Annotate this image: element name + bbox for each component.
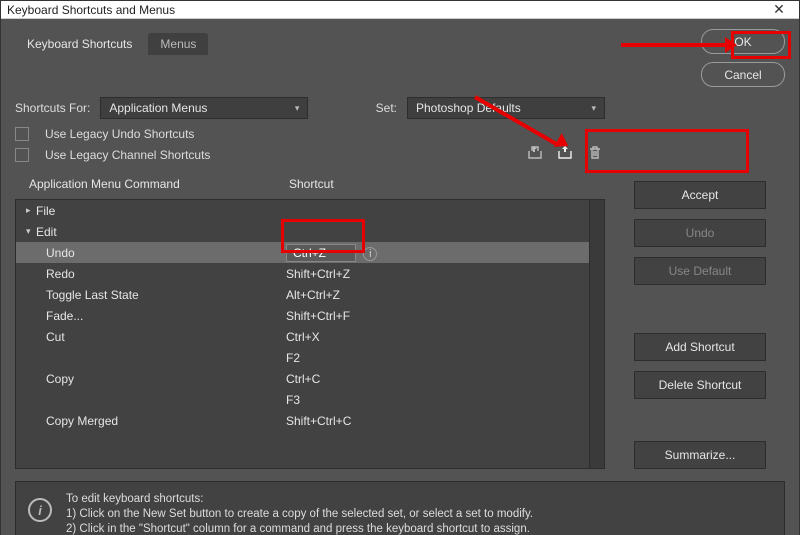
tabs: Keyboard Shortcuts Menus [15, 33, 208, 55]
legacy-undo-label: Use Legacy Undo Shortcuts [45, 127, 194, 141]
info-line-1: 1) Click on the New Set button to create… [66, 507, 533, 522]
group-edit[interactable]: ▾ Edit [16, 221, 589, 242]
delete-set-icon[interactable] [587, 145, 603, 165]
legacy-channel-label: Use Legacy Channel Shortcuts [45, 148, 210, 162]
cmd-name: Cut [46, 330, 286, 344]
info-icon: i [28, 498, 52, 522]
new-set-icon[interactable] [557, 145, 573, 165]
titlebar: Keyboard Shortcuts and Menus ✕ [1, 1, 799, 19]
info-hint-icon: i [363, 247, 377, 261]
row-cut[interactable]: Cut Ctrl+X [16, 326, 589, 347]
legacy-undo-checkbox[interactable] [15, 127, 29, 141]
col-shortcut: Shortcut [289, 177, 591, 191]
cmd-shortcut: Alt+Ctrl+Z [286, 288, 581, 302]
use-default-button[interactable]: Use Default [634, 257, 766, 285]
cmd-name: Fade... [46, 309, 286, 323]
row-toggle[interactable]: Toggle Last State Alt+Ctrl+Z [16, 284, 589, 305]
row-redo[interactable]: Redo Shift+Ctrl+Z [16, 263, 589, 284]
info-box: i To edit keyboard shortcuts: 1) Click o… [15, 481, 785, 535]
shortcuts-for-dropdown[interactable]: Application Menus ▾ [100, 97, 308, 119]
set-label: Set: [376, 101, 397, 115]
row-copy[interactable]: Copy Ctrl+C [16, 368, 589, 389]
cmd-shortcut: Ctrl+C [286, 372, 581, 386]
chevron-down-icon: ▾ [591, 103, 596, 114]
cmd-name: Copy [46, 372, 286, 386]
info-line-2: 2) Click in the "Shortcut" column for a … [66, 522, 533, 535]
window: Keyboard Shortcuts and Menus ✕ Keyboard … [0, 0, 800, 535]
group-file[interactable]: ▸ File [16, 200, 589, 221]
side-buttons: Accept Undo Use Default Add Shortcut Del… [615, 169, 785, 469]
row-cut-f2[interactable]: F2 [16, 347, 589, 368]
cmd-name: Undo [46, 246, 286, 260]
cmd-shortcut: Ctrl+X [286, 330, 581, 344]
tab-keyboard-shortcuts[interactable]: Keyboard Shortcuts [15, 33, 144, 55]
chevron-down-icon: ▾ [26, 226, 36, 237]
undo-button[interactable]: Undo [634, 219, 766, 247]
cmd-name: Toggle Last State [46, 288, 286, 302]
cmd-name: Redo [46, 267, 286, 281]
ok-button[interactable]: OK [701, 29, 785, 54]
scrollbar[interactable] [589, 200, 604, 468]
tab-menus[interactable]: Menus [148, 33, 208, 55]
close-icon[interactable]: ✕ [765, 1, 793, 18]
info-heading: To edit keyboard shortcuts: [66, 492, 533, 507]
accept-button[interactable]: Accept [634, 181, 766, 209]
cancel-button[interactable]: Cancel [701, 62, 785, 87]
cmd-shortcut: Shift+Ctrl+F [286, 309, 581, 323]
chevron-right-icon: ▸ [26, 205, 36, 216]
cmd-shortcut: F2 [286, 351, 581, 365]
delete-shortcut-button[interactable]: Delete Shortcut [634, 371, 766, 399]
legacy-channel-checkbox[interactable] [15, 148, 29, 162]
cmd-shortcut: Shift+Ctrl+Z [286, 267, 581, 281]
column-headers: Application Menu Command Shortcut [15, 169, 605, 199]
set-value: Photoshop Defaults [416, 101, 521, 115]
save-set-icon[interactable] [527, 145, 543, 165]
shortcuts-for-value: Application Menus [109, 101, 207, 115]
shortcut-list: ▸ File ▾ Edit Undo Ctrl+Z [15, 199, 605, 469]
cmd-shortcut: F3 [286, 393, 581, 407]
group-file-label: File [36, 204, 55, 218]
dialog-body: Keyboard Shortcuts Menus OK Cancel Short… [1, 19, 799, 535]
cmd-name: Copy Merged [46, 414, 286, 428]
add-shortcut-button[interactable]: Add Shortcut [634, 333, 766, 361]
group-edit-label: Edit [36, 225, 57, 239]
row-copy-f3[interactable]: F3 [16, 389, 589, 410]
top-row: Keyboard Shortcuts Menus OK Cancel [1, 19, 799, 87]
set-dropdown[interactable]: Photoshop Defaults ▾ [407, 97, 605, 119]
window-title: Keyboard Shortcuts and Menus [7, 3, 175, 17]
shortcut-input[interactable]: Ctrl+Z [286, 244, 356, 262]
row-fade[interactable]: Fade... Shift+Ctrl+F [16, 305, 589, 326]
col-command: Application Menu Command [29, 177, 289, 191]
row-copy-merged[interactable]: Copy Merged Shift+Ctrl+C [16, 410, 589, 431]
cmd-shortcut: Shift+Ctrl+C [286, 414, 581, 428]
shortcuts-for-label: Shortcuts For: [15, 101, 90, 115]
summarize-button[interactable]: Summarize... [634, 441, 766, 469]
row-undo[interactable]: Undo Ctrl+Z i [16, 242, 589, 263]
chevron-down-icon: ▾ [295, 103, 300, 114]
